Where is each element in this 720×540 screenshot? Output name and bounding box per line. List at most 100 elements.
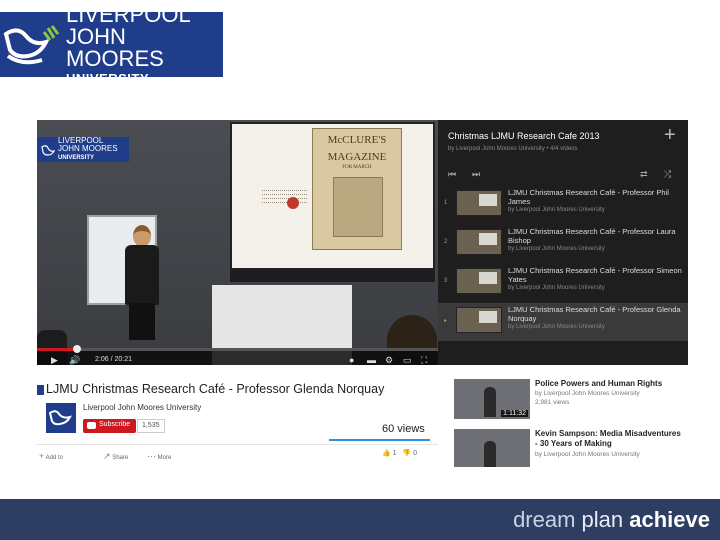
add-playlist-icon[interactable]: + [664, 124, 676, 147]
divider [37, 444, 438, 445]
shuffle-icon[interactable]: ⤮ [664, 169, 671, 180]
annotations-icon[interactable]: ● [349, 355, 354, 365]
share-icon: ↗ [103, 451, 111, 461]
playlist-item-index: 2 [444, 239, 448, 245]
volume-icon[interactable]: 🔊 [69, 355, 80, 365]
playlist-item[interactable]: 2 LJMU Christmas Research Café - Profess… [438, 225, 688, 263]
plus-icon: + [39, 451, 45, 461]
related-videos: 1:11:32 Police Powers and Human Rights b… [444, 373, 688, 467]
settings-gear-icon[interactable]: ⚙ [385, 355, 393, 365]
playlist-item-title: LJMU Christmas Research Café - Professor… [508, 266, 682, 284]
magazine-subtitle: MAGAZINE [327, 151, 387, 163]
video-info: LJMU Christmas Research Café - Professor… [37, 373, 438, 467]
related-video-item[interactable]: Kevin Sampson: Media Misadventures - 30 … [444, 423, 688, 467]
current-time: 2:06 [95, 356, 109, 363]
slogan-word-1: dream [513, 507, 576, 532]
playlist-item-thumbnail [456, 229, 502, 255]
thumbs-down-icon[interactable]: 👎 [402, 450, 411, 457]
next-icon[interactable]: ⏭ [472, 169, 480, 180]
slide: LIVERPOOL JOHN MOORES UNIVERSITY McCLURE… [0, 0, 720, 540]
progress-bar[interactable] [37, 345, 438, 353]
playlist-title[interactable]: Christmas LJMU Research Cafe 2013 [448, 131, 600, 141]
playlist-item[interactable]: 1 LJMU Christmas Research Café - Profess… [438, 186, 688, 224]
add-to-button[interactable]: + Add to [39, 451, 63, 461]
playlist-panel: Christmas LJMU Research Cafe 2013 by Liv… [438, 120, 688, 365]
logo-line-2: JOHN MOORES [66, 24, 164, 71]
playlist-item-title: LJMU Christmas Research Café - Professor… [508, 188, 669, 206]
related-video-item[interactable]: 1:11:32 Police Powers and Human Rights b… [444, 373, 688, 421]
playlist-item-active[interactable]: ▸ LJMU Christmas Research Café - Profess… [438, 303, 688, 341]
liver-bird-icon [0, 12, 66, 77]
video-player[interactable]: McCLURE'S MAGAZINE FOR MARCH LIVERPOOL J… [37, 120, 438, 365]
magazine-issue: FOR MARCH [342, 165, 372, 170]
playlist-item-channel: by Liverpool John Moores University [508, 246, 605, 252]
screen-caption-line [262, 194, 307, 195]
progress-scrubber-handle[interactable] [73, 345, 82, 353]
share-label: Share [112, 455, 129, 461]
playlist-item-index: 1 [444, 200, 448, 206]
like-count: 1 [392, 450, 397, 457]
presenter [117, 225, 167, 340]
fullscreen-icon[interactable]: ⛶ [421, 355, 427, 365]
playlist-item-channel: by Liverpool John Moores University [508, 324, 605, 330]
related-video-thumbnail [454, 429, 530, 467]
presenter-body [125, 245, 159, 305]
video-title: LJMU Christmas Research Café - Professor… [46, 382, 385, 396]
channel-avatar[interactable] [46, 403, 76, 433]
time-display: 2:06 / 20:21 [95, 356, 132, 363]
liver-bird-icon [41, 144, 55, 156]
related-video-thumbnail: 1:11:32 [454, 379, 530, 419]
more-button[interactable]: ⋯ More [147, 451, 171, 462]
magazine-title: McCLURE'S [327, 134, 387, 146]
screen-caption-line [262, 190, 307, 191]
magazine-cover: McCLURE'S MAGAZINE FOR MARCH [312, 128, 402, 250]
university-logo-text: LIVERPOOL JOHN MOORES UNIVERSITY [66, 2, 223, 86]
playlist-item-title: LJMU Christmas Research Café - Professor… [508, 305, 681, 323]
subscribe-label: Subscribe [99, 421, 131, 428]
channel-name[interactable]: Liverpool John Moores University [83, 403, 201, 412]
progress-bar-fill [37, 348, 78, 351]
playlist-item-thumbnail [456, 268, 502, 294]
dislike-count: 0 [413, 450, 417, 457]
playlist-item-index: ▸ [444, 318, 448, 324]
share-button[interactable]: ↗ Share [103, 451, 128, 462]
loop-icon[interactable]: ⇄ [640, 169, 648, 180]
university-logo: LIVERPOOL JOHN MOORES UNIVERSITY [0, 4, 223, 85]
previous-icon[interactable]: ⏮ [448, 169, 456, 180]
related-video-channel: by Liverpool John Moores University [535, 451, 640, 458]
video-watermark-text: LIVERPOOL JOHN MOORES UNIVERSITY [58, 137, 118, 162]
like-button[interactable]: 👍 1 👎 0 [382, 449, 417, 457]
view-count: 60 views [382, 423, 425, 435]
video-duration-badge: 1:11:32 [501, 410, 528, 417]
related-video-title: Police Powers and Human Rights [535, 379, 663, 388]
playlist-item-index: 3 [444, 278, 448, 284]
theater-mode-icon[interactable]: ▭ [403, 355, 412, 365]
playlist-item-thumbnail [456, 307, 502, 333]
logo-line-1: LIVERPOOL [66, 2, 191, 27]
slogan-word-2: plan [581, 507, 624, 532]
slogan-word-3: achieve [629, 507, 710, 532]
playlist-item-title: LJMU Christmas Research Café - Professor… [508, 227, 676, 245]
subscribe-button[interactable]: Subscribe [83, 419, 137, 433]
playlist-item[interactable]: 3 LJMU Christmas Research Café - Profess… [438, 264, 688, 302]
duration: 20:21 [114, 356, 132, 363]
related-video-channel: by Liverpool John Moores University [535, 390, 640, 397]
captions-icon[interactable]: ▬ [367, 355, 376, 365]
screen-caption-line [262, 202, 307, 203]
projector-screen: McCLURE'S MAGAZINE FOR MARCH [230, 122, 435, 270]
playlist-subtitle: by Liverpool John Moores University • 4/… [448, 146, 578, 152]
related-video-title: Kevin Sampson: Media Misadventures - 30 … [535, 429, 681, 448]
playlist-item-channel: by Liverpool John Moores University [508, 207, 605, 213]
video-watermark-logo: LIVERPOOL JOHN MOORES UNIVERSITY [37, 137, 129, 162]
presenter-head [133, 225, 151, 247]
presenter-legs [129, 303, 155, 340]
channel-flag-icon [37, 385, 44, 395]
watermark-line-3: UNIVERSITY [58, 155, 95, 161]
magazine-portrait [333, 177, 383, 237]
more-dots-icon: ⋯ [147, 451, 156, 461]
play-icon[interactable]: ▶ [51, 355, 58, 365]
playlist-item-thumbnail [456, 190, 502, 216]
footer-band: dream plan achieve [0, 499, 720, 540]
related-video-views: 2,981 views [535, 399, 570, 406]
player-controls: ▶ 🔊 2:06 / 20:21 ● ▬ ⚙ ▭ ⛶ [37, 345, 438, 365]
